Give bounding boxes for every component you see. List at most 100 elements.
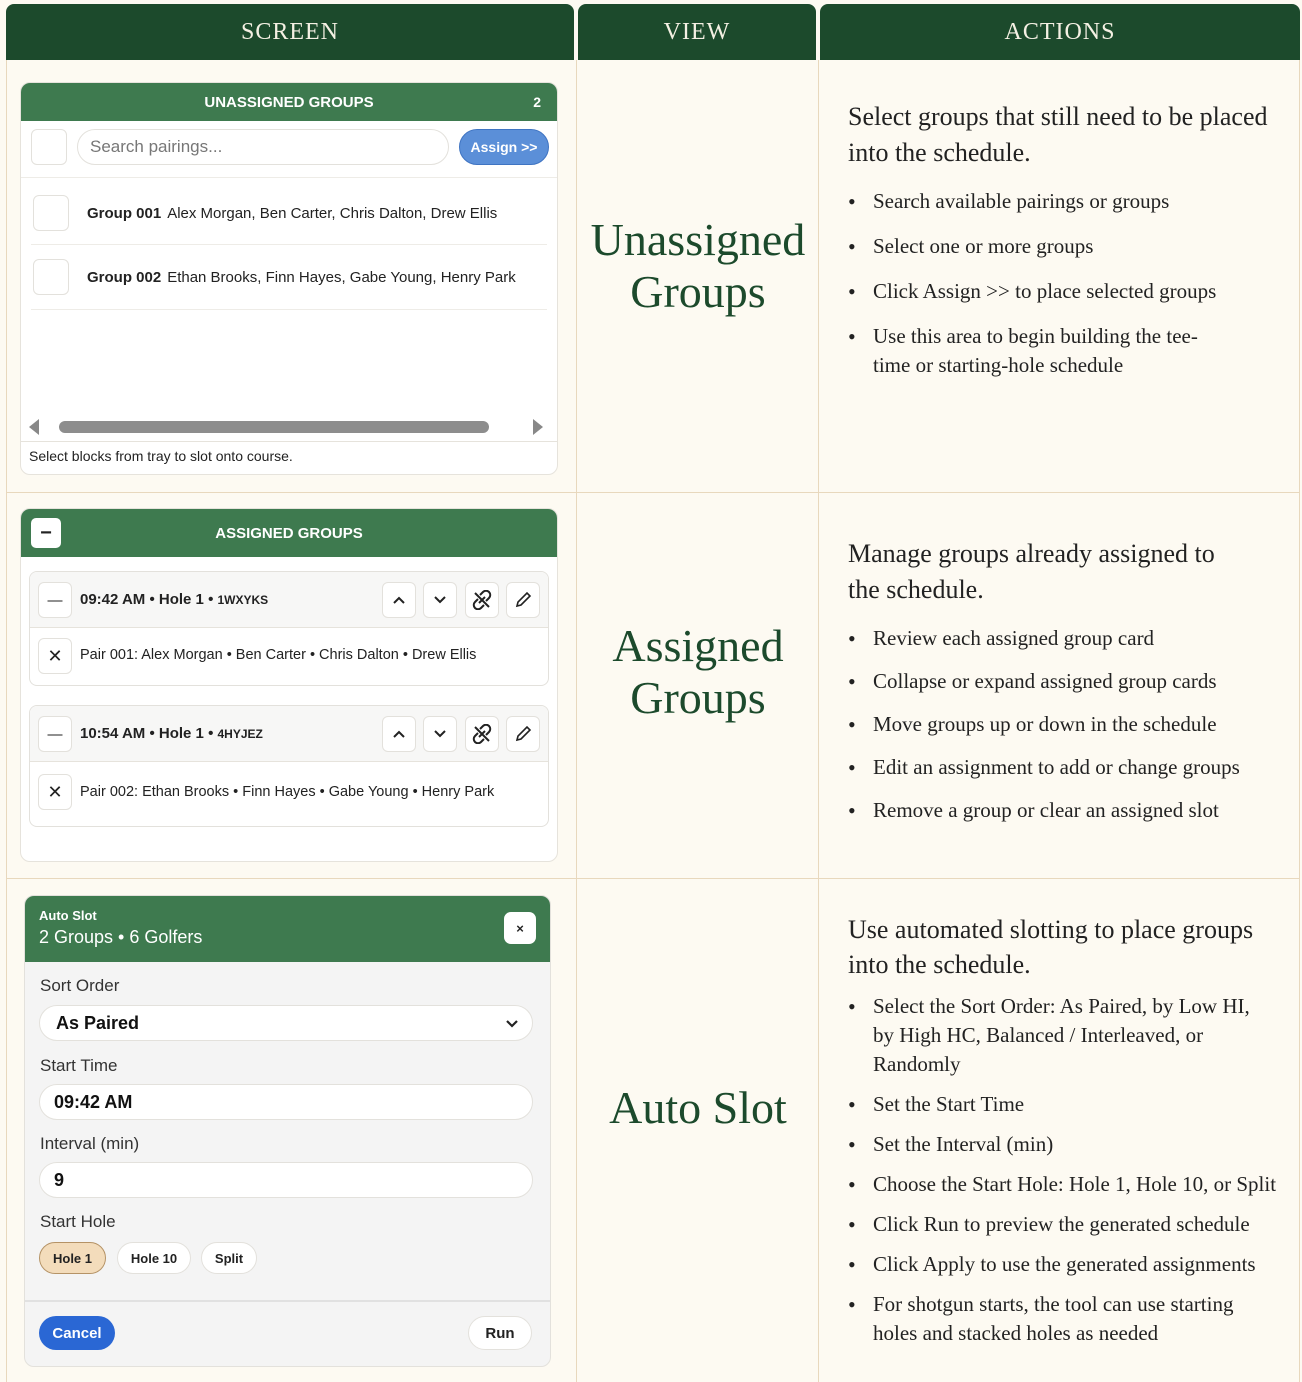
view-title-line: Groups <box>630 672 766 723</box>
list-item: Select one or more groups <box>848 232 1278 261</box>
list-item: Edit an assignment to add or change grou… <box>848 753 1278 782</box>
tray-hint-text: Select blocks from tray to slot onto cou… <box>29 448 293 464</box>
list-item: Use this area to begin building the tee-… <box>848 322 1198 380</box>
column-divider <box>818 60 819 1382</box>
group-players: Alex Morgan, Ben Carter, Chris Dalton, D… <box>167 205 498 222</box>
sort-order-value: As Paired <box>56 1012 140 1033</box>
group-checkbox[interactable] <box>33 259 69 295</box>
move-down-button[interactable] <box>423 716 457 752</box>
collapse-card-button[interactable]: — <box>38 582 72 618</box>
actions-assigned: Manage groups already assigned to the sc… <box>848 536 1278 839</box>
interval-value: 9 <box>54 1169 65 1190</box>
split-option[interactable]: Split <box>201 1242 257 1274</box>
view-title-line: Unassigned <box>590 214 806 265</box>
auto-slot-panel: Auto Slot 2 Groups • 6 Golfers × Sort Or… <box>24 895 551 1367</box>
column-divider <box>576 60 577 1382</box>
scroll-left-icon[interactable] <box>29 419 39 435</box>
select-all-checkbox[interactable] <box>31 129 67 165</box>
divider <box>25 1300 550 1302</box>
hole-1-option[interactable]: Hole 1 <box>39 1242 106 1274</box>
actions-unassigned: Select groups that still need to be plac… <box>848 99 1278 396</box>
remove-pair-button[interactable]: ✕ <box>38 774 72 810</box>
list-item: Click Run to preview the generated sched… <box>848 1210 1278 1239</box>
chevron-up-icon <box>393 730 405 738</box>
list-item: Move groups up or down in the schedule <box>848 710 1278 739</box>
auto-slot-header: Auto Slot 2 Groups • 6 Golfers × <box>25 896 550 962</box>
chevron-down-icon <box>434 596 446 604</box>
group-code: 1WXYKS <box>217 593 269 607</box>
move-up-button[interactable] <box>382 716 416 752</box>
remove-pair-button[interactable]: ✕ <box>38 638 72 674</box>
list-item: Click Apply to use the generated assignm… <box>848 1250 1278 1279</box>
horizontal-scrollbar[interactable] <box>59 421 489 433</box>
auto-slot-title: Auto Slot <box>39 908 97 923</box>
unassigned-groups-title: UNASSIGNED GROUPS <box>204 93 374 111</box>
move-up-button[interactable] <box>382 582 416 618</box>
list-item: Set the Start Time <box>848 1090 1278 1119</box>
assigned-group-card: — 10:54 AM • Hole 1 • 4HYJEZ ✕ Pair 002:… <box>29 705 549 827</box>
interval-label: Interval (min) <box>40 1134 140 1153</box>
cancel-button[interactable]: Cancel <box>39 1316 115 1350</box>
list-item: Search available pairings or groups <box>848 187 1278 216</box>
list-item: Click Assign >> to place selected groups <box>848 277 1278 306</box>
unlink-icon <box>472 590 492 610</box>
view-title-line: Auto Slot <box>609 1082 787 1133</box>
move-down-button[interactable] <box>423 582 457 618</box>
view-title-unassigned: Unassigned Groups <box>578 214 818 318</box>
unassigned-count-badge: 2 <box>533 94 541 110</box>
list-item: Review each assigned group card <box>848 624 1278 653</box>
assigned-groups-title: ASSIGNED GROUPS <box>215 524 363 542</box>
group-checkbox[interactable] <box>33 195 69 231</box>
actions-list: Review each assigned group card Collapse… <box>848 624 1278 825</box>
assigned-groups-header: − ASSIGNED GROUPS <box>21 509 557 557</box>
divider <box>21 177 557 178</box>
list-item: For shotgun starts, the tool can use sta… <box>848 1290 1248 1348</box>
actions-auto-slot: Use automated slotting to place groups i… <box>848 912 1278 1359</box>
list-item[interactable]: Group 001 Alex Morgan, Ben Carter, Chris … <box>87 205 497 222</box>
list-item[interactable]: Group 002 Ethan Brooks, Finn Hayes, Gabe … <box>87 269 516 286</box>
assigned-group-card: — 09:42 AM • Hole 1 • 1WXYKS ✕ Pair 001:… <box>29 571 549 686</box>
start-hole-label: Start Hole <box>40 1212 116 1231</box>
actions-lead: Select groups that still need to be plac… <box>848 102 1268 167</box>
assigned-groups-panel: − ASSIGNED GROUPS — 09:42 AM • Hole 1 • … <box>20 508 558 862</box>
actions-list: Search available pairings or groups Sele… <box>848 187 1278 380</box>
unassigned-groups-header: UNASSIGNED GROUPS 2 <box>21 83 557 121</box>
group-id: Group 002 <box>87 269 162 286</box>
scroll-right-icon[interactable] <box>533 419 543 435</box>
header-screen: SCREEN <box>6 4 574 60</box>
unlink-button[interactable] <box>465 582 499 618</box>
edit-button[interactable] <box>506 716 540 752</box>
chevron-up-icon <box>393 596 405 604</box>
start-time-field[interactable]: 09:42 AM <box>39 1084 533 1120</box>
row-divider <box>6 492 1300 493</box>
collapse-card-button[interactable]: — <box>38 716 72 752</box>
sort-order-label: Sort Order <box>40 976 120 995</box>
list-item: Remove a group or clear an assigned slot <box>848 796 1278 825</box>
sort-order-select[interactable]: As Paired <box>39 1005 533 1041</box>
tee-time-hole: 09:42 AM • Hole 1 • <box>80 591 218 608</box>
interval-field[interactable]: 9 <box>39 1162 533 1198</box>
divider <box>31 244 547 245</box>
chevron-down-icon <box>434 730 446 738</box>
close-button[interactable]: × <box>504 912 536 944</box>
unlink-button[interactable] <box>465 716 499 752</box>
group-code: 4HYJEZ <box>217 727 263 741</box>
auto-slot-subtitle: 2 Groups • 6 Golfers <box>39 927 203 947</box>
pair-text: Pair 002: Ethan Brooks • Finn Hayes • Ga… <box>80 784 495 800</box>
divider <box>21 441 557 442</box>
edit-button[interactable] <box>506 582 540 618</box>
card-title: 09:42 AM • Hole 1 • 1WXYKS <box>80 591 268 608</box>
run-button[interactable]: Run <box>468 1316 532 1350</box>
assign-button[interactable]: Assign >> <box>459 129 549 165</box>
collapse-all-button[interactable]: − <box>31 518 61 548</box>
hole-10-option[interactable]: Hole 10 <box>117 1242 191 1274</box>
divider <box>31 309 547 310</box>
group-players: Ethan Brooks, Finn Hayes, Gabe Young, He… <box>167 269 516 286</box>
tee-time-hole: 10:54 AM • Hole 1 • <box>80 725 218 742</box>
chevron-down-icon <box>506 1020 518 1028</box>
search-input[interactable]: Search pairings... <box>77 129 449 165</box>
list-item: Set the Interval (min) <box>848 1130 1278 1159</box>
row-divider <box>6 878 1300 879</box>
list-item: Select the Sort Order: As Paired, by Low… <box>848 992 1266 1079</box>
list-item: Choose the Start Hole: Hole 1, Hole 10, … <box>848 1170 1278 1199</box>
